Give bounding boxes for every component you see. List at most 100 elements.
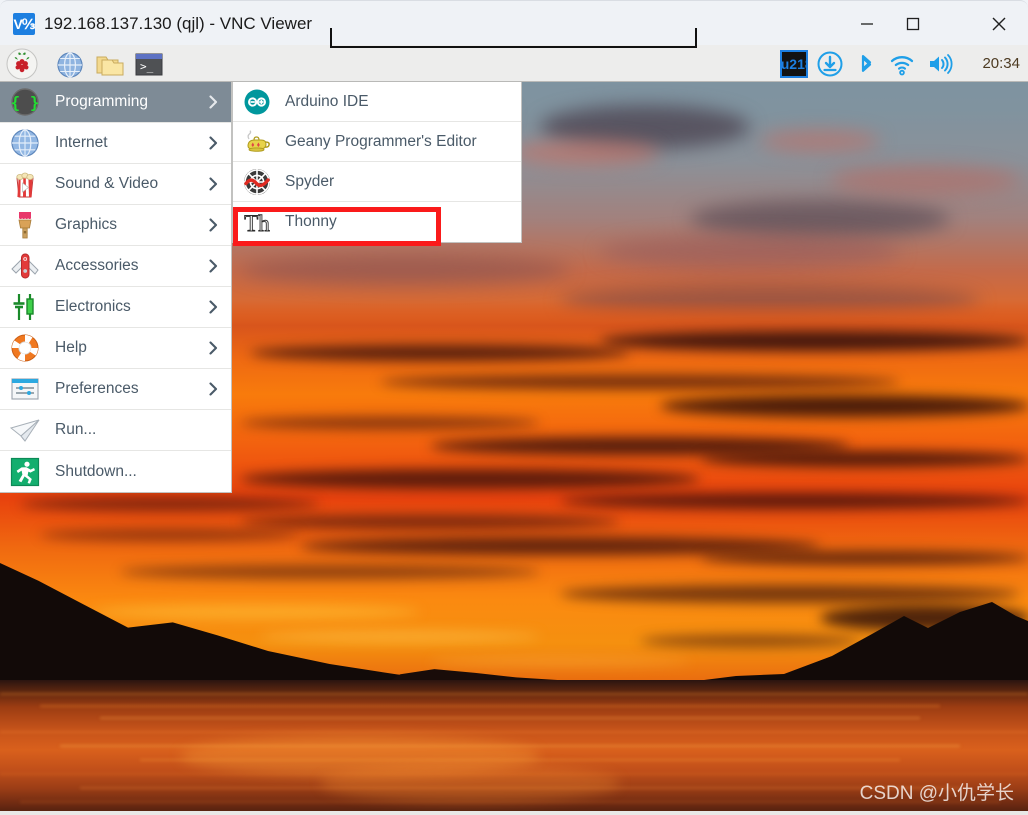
thonny-th-icon: Th xyxy=(243,208,271,237)
cloud-streak xyxy=(700,451,1028,467)
application-menu: { } Programming Internet Sound & Video G… xyxy=(0,82,232,493)
maximize-icon xyxy=(906,17,920,30)
svg-text:>_: >_ xyxy=(140,60,154,73)
chevron-right-icon xyxy=(209,218,218,232)
cloud-streak xyxy=(120,565,540,579)
maximize-button[interactable] xyxy=(890,1,936,46)
menu-item-label: Programming xyxy=(55,93,149,110)
submenu-item-label: Arduino IDE xyxy=(285,92,369,110)
cloud xyxy=(690,200,950,238)
menu-item-sound-and-video[interactable]: Sound & Video xyxy=(0,164,231,205)
submenu-item-label: Spyder xyxy=(285,172,335,190)
menu-item-label: Sound & Video xyxy=(55,175,159,192)
vnc-logo-icon: V↉ xyxy=(13,13,35,35)
geany-lamp-icon xyxy=(243,128,271,156)
svg-text:V\u2189: V\u2189 xyxy=(780,56,808,72)
cloud xyxy=(760,130,880,152)
menu-item-label: Run... xyxy=(55,421,97,438)
close-button[interactable] xyxy=(976,1,1022,46)
menu-item-label: Accessories xyxy=(55,257,139,274)
clock[interactable]: 20:34 xyxy=(982,53,1020,75)
volume-icon[interactable] xyxy=(926,50,954,78)
submenu-item-spyder[interactable]: Spyder xyxy=(233,162,521,202)
window-title: 192.168.137.130 (qjl) - VNC Viewer xyxy=(44,14,313,33)
cloud-streak xyxy=(560,493,1028,509)
running-man-exit-icon xyxy=(9,456,41,488)
chevron-right-icon xyxy=(209,136,218,150)
submenu-programming: Arduino IDE Geany Programmer's Editor Sp… xyxy=(232,82,522,243)
cloud-streak xyxy=(240,417,540,429)
terminal-icon[interactable]: >_ xyxy=(133,48,165,80)
remote-desktop-viewport[interactable]: CSDN @小仇学长 >_ u21 20:34 {} Programming … xyxy=(0,45,1028,815)
menu-item-label: Electronics xyxy=(55,298,131,315)
cloud xyxy=(510,140,660,166)
window-bottom-edge xyxy=(0,811,1028,815)
menu-item-graphics[interactable]: Graphics xyxy=(0,205,231,246)
chevron-right-icon xyxy=(209,341,218,355)
menu-item-label: Internet xyxy=(55,134,108,151)
menu-item-label: Shutdown... xyxy=(55,462,137,480)
swiss-army-knife-icon xyxy=(9,250,41,282)
web-browser-icon[interactable] xyxy=(54,48,86,80)
cloud-streak xyxy=(240,515,620,529)
arduino-infinity-icon xyxy=(243,88,271,116)
cloud-streak xyxy=(40,529,300,541)
menu-item-label: Preferences xyxy=(55,380,139,397)
chevron-right-icon xyxy=(209,95,218,109)
menu-item-help[interactable]: Help xyxy=(0,328,231,369)
minimize-icon xyxy=(861,22,873,25)
code-braces-icon: { } xyxy=(9,86,41,118)
submenu-item-thonny[interactable]: Th Thonny xyxy=(233,202,521,242)
cloud-highlight xyxy=(430,657,690,666)
cloud xyxy=(600,235,900,269)
menu-item-electronics[interactable]: Electronics xyxy=(0,287,231,328)
cloud-streak xyxy=(640,635,860,647)
vnc-server-icon[interactable]: V\u2189 xyxy=(768,50,821,78)
cloud-highlight xyxy=(90,605,420,619)
menu-item-accessories[interactable]: Accessories xyxy=(0,246,231,287)
bluetooth-icon[interactable] xyxy=(854,50,878,78)
paper-plane-icon xyxy=(9,414,41,446)
menu-item-internet[interactable]: Internet xyxy=(0,123,231,164)
svg-text:{ }: { } xyxy=(11,93,40,112)
minimize-button[interactable] xyxy=(844,1,890,46)
cloud-streak xyxy=(700,551,1028,565)
submenu-item-geany[interactable]: Geany Programmer's Editor xyxy=(233,122,521,162)
paintbrush-icon xyxy=(9,209,41,241)
close-icon xyxy=(992,17,1006,30)
menu-item-programming[interactable]: { } Programming xyxy=(0,82,231,123)
menu-item-run[interactable]: Run... xyxy=(0,410,231,451)
raspberry-menu-icon[interactable] xyxy=(6,48,38,80)
cloud-streak xyxy=(20,497,320,511)
cloud-streak xyxy=(560,585,1020,603)
svg-text:Th: Th xyxy=(244,211,270,236)
menu-item-label: Graphics xyxy=(55,216,118,233)
cloud-streak xyxy=(240,469,700,489)
popcorn-play-icon xyxy=(9,168,41,200)
globe-icon xyxy=(9,127,41,159)
file-manager-icon[interactable] xyxy=(94,48,126,80)
menu-item-shutdown[interactable]: Shutdown... xyxy=(0,451,231,492)
cloud xyxy=(830,165,1020,195)
sliders-icon xyxy=(9,373,41,405)
wifi-icon[interactable] xyxy=(888,50,916,78)
csdn-watermark: CSDN @小仇学长 xyxy=(859,783,1014,804)
spyder-web-icon xyxy=(243,168,271,196)
submenu-item-arduino-ide[interactable]: Arduino IDE xyxy=(233,82,521,122)
taskbar-panel: >_ V\u2189 xyxy=(0,45,1028,82)
menu-item-preferences[interactable]: Preferences xyxy=(0,369,231,410)
chevron-right-icon xyxy=(209,382,218,396)
cloud-streak xyxy=(380,375,900,389)
cloud-highlight xyxy=(260,631,540,642)
submenu-item-label: Thonny xyxy=(285,213,337,230)
circuit-components-icon xyxy=(9,291,41,323)
update-icon[interactable] xyxy=(816,50,844,78)
cloud-streak xyxy=(660,395,1028,417)
chevron-right-icon xyxy=(209,177,218,191)
vnc-toolbar-handle[interactable] xyxy=(330,28,697,48)
cloud xyxy=(240,255,570,285)
lifebuoy-icon xyxy=(9,332,41,364)
chevron-right-icon xyxy=(209,259,218,273)
chevron-right-icon xyxy=(209,300,218,314)
vnc-viewer-window: V↉ 192.168.137.130 (qjl) - VNC Viewer CS… xyxy=(0,0,1028,815)
